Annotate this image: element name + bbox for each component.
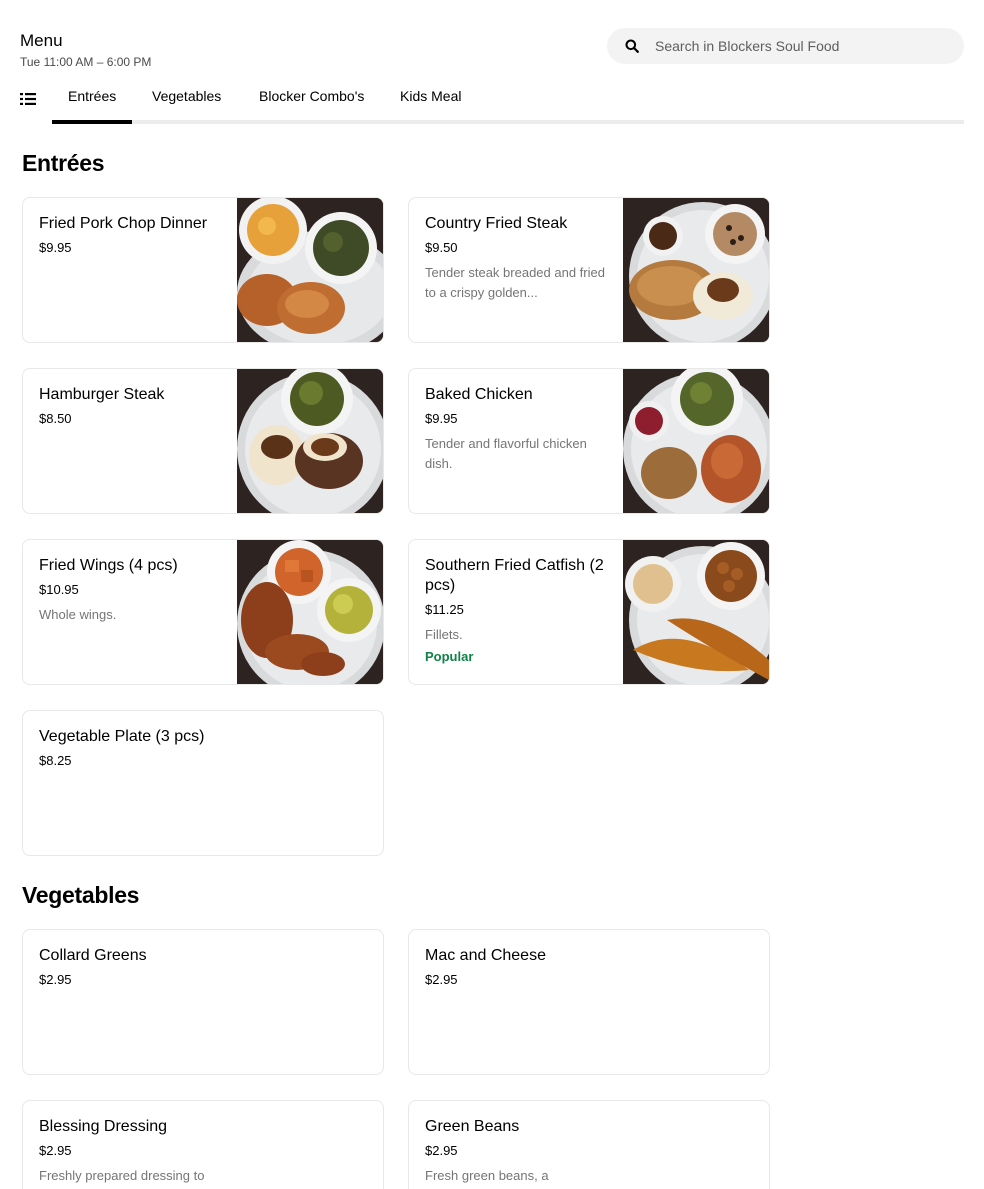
item-info: Mac and Cheese $2.95: [425, 946, 755, 989]
item-price: $9.95: [425, 411, 458, 426]
menu-hours: Tue 11:00 AM – 6:00 PM: [20, 55, 152, 69]
menu-item-card[interactable]: Fried Pork Chop Dinner $9.95: [22, 197, 384, 343]
menu-header: Menu Tue 11:00 AM – 6:00 PM: [20, 30, 151, 70]
item-description: Fillets.: [425, 627, 463, 642]
item-price: $2.95: [39, 972, 72, 987]
item-photo: [237, 540, 383, 684]
tab-vegetables[interactable]: Vegetables: [136, 78, 237, 124]
item-info: Southern Fried Catfish (2 pcs) $11.25 Fi…: [425, 556, 607, 667]
section-title-vegetables: Vegetables: [22, 882, 140, 908]
item-name: Fried Pork Chop Dinner: [39, 215, 208, 232]
tab-blocker-combos[interactable]: Blocker Combo's: [243, 78, 380, 124]
section-title-entrees: Entrées: [22, 150, 105, 176]
search-icon: [625, 39, 639, 53]
item-photo: [237, 198, 383, 342]
popular-badge: Popular: [425, 649, 474, 664]
tab-entrees[interactable]: Entrées: [52, 78, 133, 124]
item-description: Whole wings.: [39, 607, 117, 622]
item-description: Tender steak breaded and fried to a cris…: [425, 265, 605, 300]
item-info: Fried Wings (4 pcs) $10.95 Whole wings.: [39, 556, 221, 625]
menu-item-card[interactable]: Hamburger Steak $8.50: [22, 368, 384, 514]
menu-item-card[interactable]: Blessing Dressing $2.95 Freshly prepared…: [22, 1100, 384, 1189]
item-price: $2.95: [425, 1143, 458, 1158]
item-price: $2.95: [425, 972, 458, 987]
item-name: Hamburger Steak: [39, 386, 165, 403]
item-photo: [623, 540, 769, 684]
item-name: Collard Greens: [39, 947, 147, 964]
item-photo: [623, 369, 769, 513]
item-info: Collard Greens $2.95: [39, 946, 369, 989]
item-info: Fried Pork Chop Dinner $9.95: [39, 214, 221, 257]
item-name: Southern Fried Catfish (2 pcs): [425, 557, 604, 594]
item-price: $9.95: [39, 240, 72, 255]
page-title: Menu: [20, 31, 63, 50]
menu-item-card[interactable]: Country Fried Steak $9.50 Tender steak b…: [408, 197, 770, 343]
item-description: Freshly prepared dressing to: [39, 1168, 205, 1183]
tab-kids-meal[interactable]: Kids Meal: [384, 78, 477, 124]
menu-item-card[interactable]: Southern Fried Catfish (2 pcs) $11.25 Fi…: [408, 539, 770, 685]
category-tabs: Entrées Vegetables Blocker Combo's Kids …: [20, 78, 964, 126]
item-name: Green Beans: [425, 1118, 520, 1135]
item-info: Vegetable Plate (3 pcs) $8.25: [39, 727, 369, 770]
item-name: Fried Wings (4 pcs): [39, 557, 178, 574]
item-price: $2.95: [39, 1143, 72, 1158]
menu-item-card[interactable]: Baked Chicken $9.95 Tender and flavorful…: [408, 368, 770, 514]
item-photo: [623, 198, 769, 342]
item-info: Blessing Dressing $2.95 Freshly prepared…: [39, 1117, 369, 1186]
menu-item-card[interactable]: Fried Wings (4 pcs) $10.95 Whole wings.: [22, 539, 384, 685]
menu-item-card[interactable]: Vegetable Plate (3 pcs) $8.25: [22, 710, 384, 856]
item-price: $9.50: [425, 240, 458, 255]
menu-item-card[interactable]: Green Beans $2.95 Fresh green beans, a: [408, 1100, 770, 1189]
item-info: Green Beans $2.95 Fresh green beans, a: [425, 1117, 755, 1186]
item-name: Baked Chicken: [425, 386, 533, 403]
item-name: Vegetable Plate (3 pcs): [39, 728, 205, 745]
item-price: $8.25: [39, 753, 72, 768]
search-input[interactable]: [655, 28, 950, 64]
item-photo: [237, 369, 383, 513]
search-bar[interactable]: [607, 28, 964, 64]
item-info: Baked Chicken $9.95 Tender and flavorful…: [425, 385, 607, 474]
item-info: Country Fried Steak $9.50 Tender steak b…: [425, 214, 607, 303]
item-description: Tender and flavorful chicken dish.: [425, 436, 587, 471]
menu-list-icon[interactable]: [20, 92, 36, 106]
item-price: $8.50: [39, 411, 72, 426]
menu-item-card[interactable]: Mac and Cheese $2.95: [408, 929, 770, 1075]
item-name: Country Fried Steak: [425, 215, 568, 232]
item-price: $10.95: [39, 582, 79, 597]
item-description: Fresh green beans, a: [425, 1168, 549, 1183]
menu-item-card[interactable]: Collard Greens $2.95: [22, 929, 384, 1075]
item-price: $11.25: [425, 602, 464, 617]
item-name: Mac and Cheese: [425, 947, 546, 964]
item-info: Hamburger Steak $8.50: [39, 385, 221, 428]
item-name: Blessing Dressing: [39, 1118, 168, 1135]
